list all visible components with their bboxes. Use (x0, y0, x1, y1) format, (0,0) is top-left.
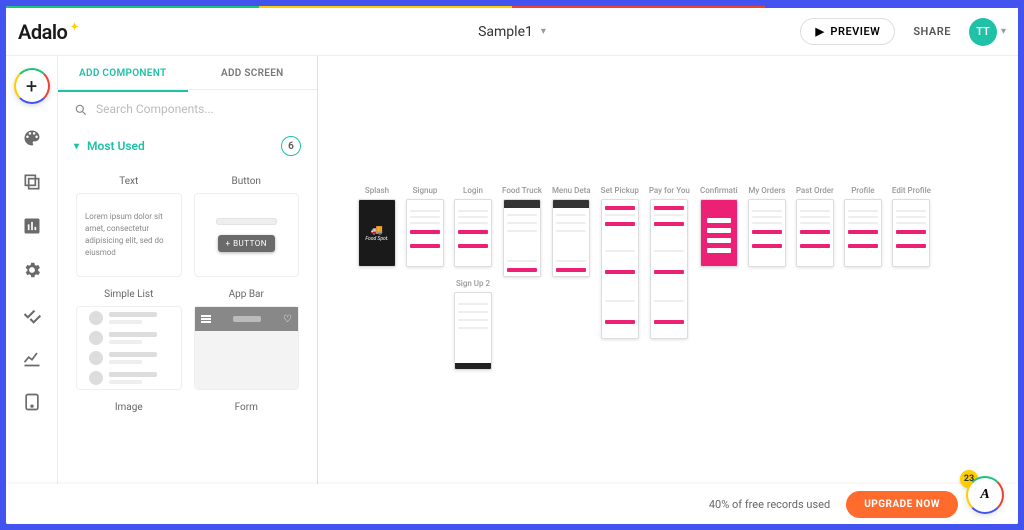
component-title: App Bar (194, 289, 300, 300)
adalo-badge[interactable]: A (968, 478, 1002, 512)
screen-label: Splash (365, 186, 389, 195)
topbar: Adalo ✦ Sample1 ▾ ▶ PREVIEW SHARE TT ▾ (6, 8, 1018, 56)
screen-thumbnail[interactable]: Past Order (796, 186, 834, 267)
screen-preview (601, 199, 639, 339)
preview-label: PREVIEW (830, 25, 880, 38)
screen-preview (454, 292, 492, 370)
component-text[interactable]: Text Lorem ipsum dolor sit amet, consect… (70, 170, 188, 283)
screen-thumbnail[interactable]: Edit Profile (892, 186, 931, 267)
account-menu[interactable]: TT ▾ (969, 18, 1006, 46)
screen-label: Edit Profile (892, 186, 931, 195)
text-preview: Lorem ipsum dolor sit amet, consectetur … (85, 211, 173, 259)
footer-bar: 40% of free records used UPGRADE NOW (6, 484, 1018, 524)
component-simple-list[interactable]: Simple List (70, 283, 188, 396)
component-title: Text (76, 176, 182, 187)
screen-label: Pay for You (649, 186, 690, 195)
component-title: Image (76, 402, 182, 413)
screen-label: My Orders (748, 186, 785, 195)
screen-label: Login (463, 186, 483, 195)
screen-preview (700, 199, 738, 267)
screen-thumbnail[interactable]: My Orders (748, 186, 786, 267)
screen-preview (454, 199, 492, 267)
screen-label: Set Pickup (601, 186, 639, 195)
button-preview-label: + BUTTON (218, 235, 275, 252)
tab-add-component[interactable]: ADD COMPONENT (58, 56, 188, 89)
share-button[interactable]: SHARE (913, 25, 951, 38)
screen-label: Confirmati (700, 186, 738, 195)
component-title: Simple List (76, 289, 182, 300)
brand-logo[interactable]: Adalo ✦ (18, 20, 78, 44)
screen-label: Sign Up 2 (456, 279, 490, 288)
hamburger-icon (201, 318, 211, 320)
screen-preview (748, 199, 786, 267)
screen-preview (552, 199, 590, 277)
section-count: 6 (281, 136, 301, 156)
screen-preview (796, 199, 834, 267)
chevron-down-icon: ▾ (541, 26, 546, 37)
screen-thumbnail[interactable]: Login Sign Up 2 (454, 186, 492, 370)
project-switcher[interactable]: Sample1 ▾ (478, 24, 546, 40)
section-title: Most Used (87, 139, 145, 153)
database-icon[interactable] (22, 216, 42, 236)
screen-thumbnail[interactable]: Set Pickup (601, 186, 639, 339)
search-input[interactable] (96, 102, 301, 116)
screen-preview (892, 199, 930, 267)
component-app-bar[interactable]: App Bar ♡ (188, 283, 306, 396)
search-icon (74, 102, 88, 116)
avatar: TT (969, 18, 997, 46)
screen-preview: Food Spot. (358, 199, 396, 267)
screen-thumbnail[interactable]: Splash Food Spot. (358, 186, 396, 267)
screen-thumbnail[interactable]: Signup (406, 186, 444, 267)
heart-icon: ♡ (283, 314, 292, 325)
screen-thumbnail[interactable]: Confirmati (700, 186, 738, 267)
screen-label: Past Order (796, 186, 834, 195)
chevron-down-icon: ▾ (1001, 26, 1006, 37)
preview-button[interactable]: ▶ PREVIEW (800, 18, 895, 45)
settings-icon[interactable] (22, 260, 42, 280)
component-panel: ADD COMPONENT ADD SCREEN ▾ Most Used 6 T… (58, 56, 318, 524)
checklist-icon[interactable] (22, 304, 42, 324)
screen-thumbnail[interactable]: Menu Deta (552, 186, 591, 277)
screens-icon[interactable] (22, 172, 42, 192)
component-button[interactable]: Button + BUTTON (188, 170, 306, 283)
add-button[interactable]: + (14, 68, 50, 104)
component-title: Button (194, 176, 300, 187)
screen-thumbnail[interactable]: Profile (844, 186, 882, 267)
sparkle-icon: ✦ (70, 22, 78, 33)
project-name: Sample1 (478, 24, 533, 40)
palette-icon[interactable] (22, 128, 42, 148)
screen-preview (844, 199, 882, 267)
usage-text: 40% of free records used (709, 498, 830, 511)
canvas[interactable]: Splash Food Spot. Signup Login Sign Up 2 Food… (318, 56, 1018, 524)
brand-name: Adalo (18, 20, 67, 44)
screen-preview (503, 199, 541, 277)
publish-icon[interactable] (22, 392, 42, 412)
analytics-icon[interactable] (22, 348, 42, 368)
screen-preview (406, 199, 444, 267)
component-form[interactable]: Form (188, 396, 306, 425)
play-icon: ▶ (815, 25, 824, 38)
screen-label: Menu Deta (552, 186, 591, 195)
left-rail: + (6, 56, 58, 524)
section-most-used[interactable]: ▾ Most Used 6 (58, 126, 317, 166)
screen-label: Profile (851, 186, 874, 195)
upgrade-button[interactable]: UPGRADE NOW (846, 491, 958, 518)
screen-label: Food Truck (502, 186, 542, 195)
screen-label: Signup (413, 186, 438, 195)
component-image[interactable]: Image (70, 396, 188, 425)
search-row (58, 92, 317, 126)
component-title: Form (194, 402, 300, 413)
tab-add-screen[interactable]: ADD SCREEN (188, 56, 318, 89)
screen-thumbnail[interactable]: Pay for You (649, 186, 690, 339)
screen-thumbnail[interactable]: Food Truck (502, 186, 542, 277)
chevron-down-icon: ▾ (74, 141, 79, 152)
screen-preview (650, 199, 688, 339)
